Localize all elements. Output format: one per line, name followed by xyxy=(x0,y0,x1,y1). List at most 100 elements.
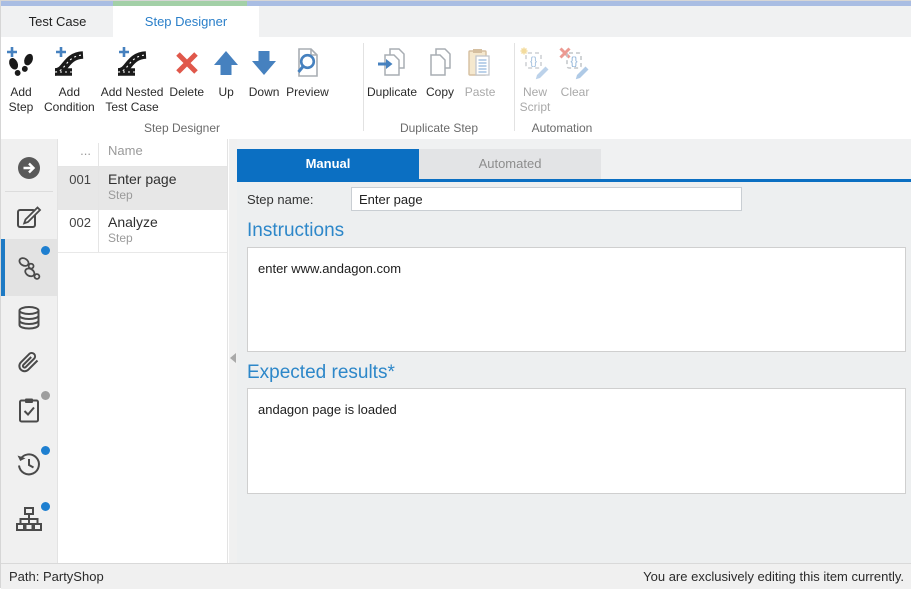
svg-text:{}: {} xyxy=(570,56,578,68)
circle-arrow-right-icon xyxy=(15,154,43,187)
arrow-up-icon xyxy=(210,42,242,84)
copy-button[interactable]: Copy xyxy=(420,42,460,100)
add-nested-test-case-label: Add Nested Test Case xyxy=(101,85,164,116)
status-bar: Path: PartyShop You are exclusively edit… xyxy=(1,563,911,589)
add-condition-button[interactable]: Add Condition xyxy=(41,42,98,116)
tab-manual[interactable]: Manual xyxy=(237,149,419,179)
ribbon-group-step-designer: Add Step Add Condition xyxy=(1,37,363,139)
clear-script-button[interactable]: {} Clear xyxy=(555,42,595,100)
ribbon-tab-bar: Test Case Step Designer xyxy=(1,6,911,37)
footsteps-icon xyxy=(14,250,44,285)
sidebar-item-history[interactable] xyxy=(1,443,57,489)
step-row-002[interactable]: 002 Analyze Step xyxy=(58,210,227,253)
clear-script-icon: {} xyxy=(558,42,592,84)
clear-script-label: Clear xyxy=(561,85,590,100)
clipboard-check-icon xyxy=(15,396,43,429)
ribbon-group-label: Duplicate Step xyxy=(364,121,514,135)
sidebar xyxy=(1,139,57,563)
add-nested-test-case-button[interactable]: Add Nested Test Case xyxy=(98,42,167,116)
sidebar-item-tasks[interactable] xyxy=(1,389,57,435)
sidebar-item-attachments[interactable] xyxy=(1,344,57,386)
paste-button[interactable]: Paste xyxy=(460,42,500,100)
down-button[interactable]: Down xyxy=(245,42,283,100)
step-name: Analyze xyxy=(108,214,227,230)
red-x-icon xyxy=(171,42,203,84)
expected-results-textbox[interactable]: andagon page is loaded xyxy=(247,388,906,494)
step-name: Enter page xyxy=(108,171,227,187)
column-header-number: ... xyxy=(58,143,98,166)
notification-badge xyxy=(41,391,50,400)
copy-label: Copy xyxy=(426,85,454,100)
down-label: Down xyxy=(249,85,280,100)
collapse-left-icon[interactable] xyxy=(230,353,236,363)
delete-button[interactable]: Delete xyxy=(166,42,207,100)
paperclip-icon xyxy=(15,349,43,382)
up-label: Up xyxy=(218,85,233,100)
manual-step-form: Step name: Instructions enter www.andago… xyxy=(237,182,911,563)
duplicate-pages-icon xyxy=(375,42,409,84)
history-clock-icon xyxy=(15,450,43,483)
step-row-001[interactable]: 001 Enter page Step xyxy=(58,167,227,210)
database-icon xyxy=(15,304,43,337)
column-header-name: Name xyxy=(98,143,227,166)
copy-pages-icon xyxy=(423,42,457,84)
page-magnifier-icon xyxy=(290,42,324,84)
sidebar-item-data[interactable] xyxy=(1,299,57,341)
content-area: ... Name 001 Enter page Step 002 Analyze… xyxy=(1,139,911,563)
step-list: ... Name 001 Enter page Step 002 Analyze… xyxy=(57,139,228,563)
ribbon-group-automation: {} New Script {} Clear Automation xyxy=(515,37,609,139)
instructions-heading: Instructions xyxy=(247,220,906,242)
new-script-button[interactable]: {} New Script xyxy=(515,42,555,116)
svg-text:{}: {} xyxy=(530,56,538,68)
edit-pencil-icon xyxy=(15,203,43,236)
add-step-label: Add Step xyxy=(9,85,34,116)
arrow-down-icon xyxy=(248,42,280,84)
delete-label: Delete xyxy=(169,85,204,100)
active-item-accent xyxy=(1,239,5,296)
ribbon: Add Step Add Condition xyxy=(1,37,911,139)
step-designer-window: Test Case Step Designer Add Step xyxy=(0,0,911,588)
notification-badge xyxy=(41,502,50,511)
status-path: Path: PartyShop xyxy=(9,569,104,584)
step-type: Step xyxy=(108,188,227,202)
notification-badge xyxy=(41,246,50,255)
tab-test-case[interactable]: Test Case xyxy=(1,6,114,37)
step-number: 002 xyxy=(58,210,98,252)
sitemap-icon xyxy=(15,505,43,538)
expected-results-heading: Expected results* xyxy=(247,362,906,384)
notification-badge xyxy=(41,446,50,455)
junction-plus-icon xyxy=(115,42,149,84)
add-condition-label: Add Condition xyxy=(44,85,95,116)
new-script-icon: {} xyxy=(518,42,552,84)
sidebar-item-edit[interactable] xyxy=(1,199,57,239)
step-number: 001 xyxy=(58,167,98,210)
duplicate-button[interactable]: Duplicate xyxy=(364,42,420,100)
ribbon-group-label: Automation xyxy=(515,121,609,135)
new-script-label: New Script xyxy=(520,85,551,116)
paste-clipboard-icon xyxy=(463,42,497,84)
panel-splitter[interactable] xyxy=(229,139,237,563)
tab-step-designer[interactable]: Step Designer xyxy=(113,6,259,37)
ribbon-group-label: Step Designer xyxy=(1,121,363,135)
step-type: Step xyxy=(108,231,227,245)
editor-tab-bar: Manual Automated xyxy=(237,149,911,179)
sidebar-item-hierarchy[interactable] xyxy=(1,496,57,546)
status-message: You are exclusively editing this item cu… xyxy=(643,569,904,584)
junction-plus-icon xyxy=(52,42,86,84)
add-step-button[interactable]: Add Step xyxy=(1,42,41,116)
instructions-textbox[interactable]: enter www.andagon.com xyxy=(247,247,906,352)
sidebar-item-collapse[interactable] xyxy=(1,151,57,189)
paste-label: Paste xyxy=(465,85,496,100)
preview-label: Preview xyxy=(286,85,329,100)
up-button[interactable]: Up xyxy=(207,42,245,100)
step-name-label: Step name: xyxy=(247,187,351,211)
sidebar-item-steps[interactable] xyxy=(1,239,57,296)
step-list-header: ... Name xyxy=(58,143,227,167)
footsteps-plus-icon xyxy=(4,42,38,84)
duplicate-label: Duplicate xyxy=(367,85,417,100)
sidebar-divider xyxy=(5,191,53,192)
step-name-input[interactable] xyxy=(351,187,742,211)
preview-button[interactable]: Preview xyxy=(283,42,332,100)
ribbon-group-duplicate-step: Duplicate Copy xyxy=(364,37,514,139)
tab-automated[interactable]: Automated xyxy=(419,149,601,179)
